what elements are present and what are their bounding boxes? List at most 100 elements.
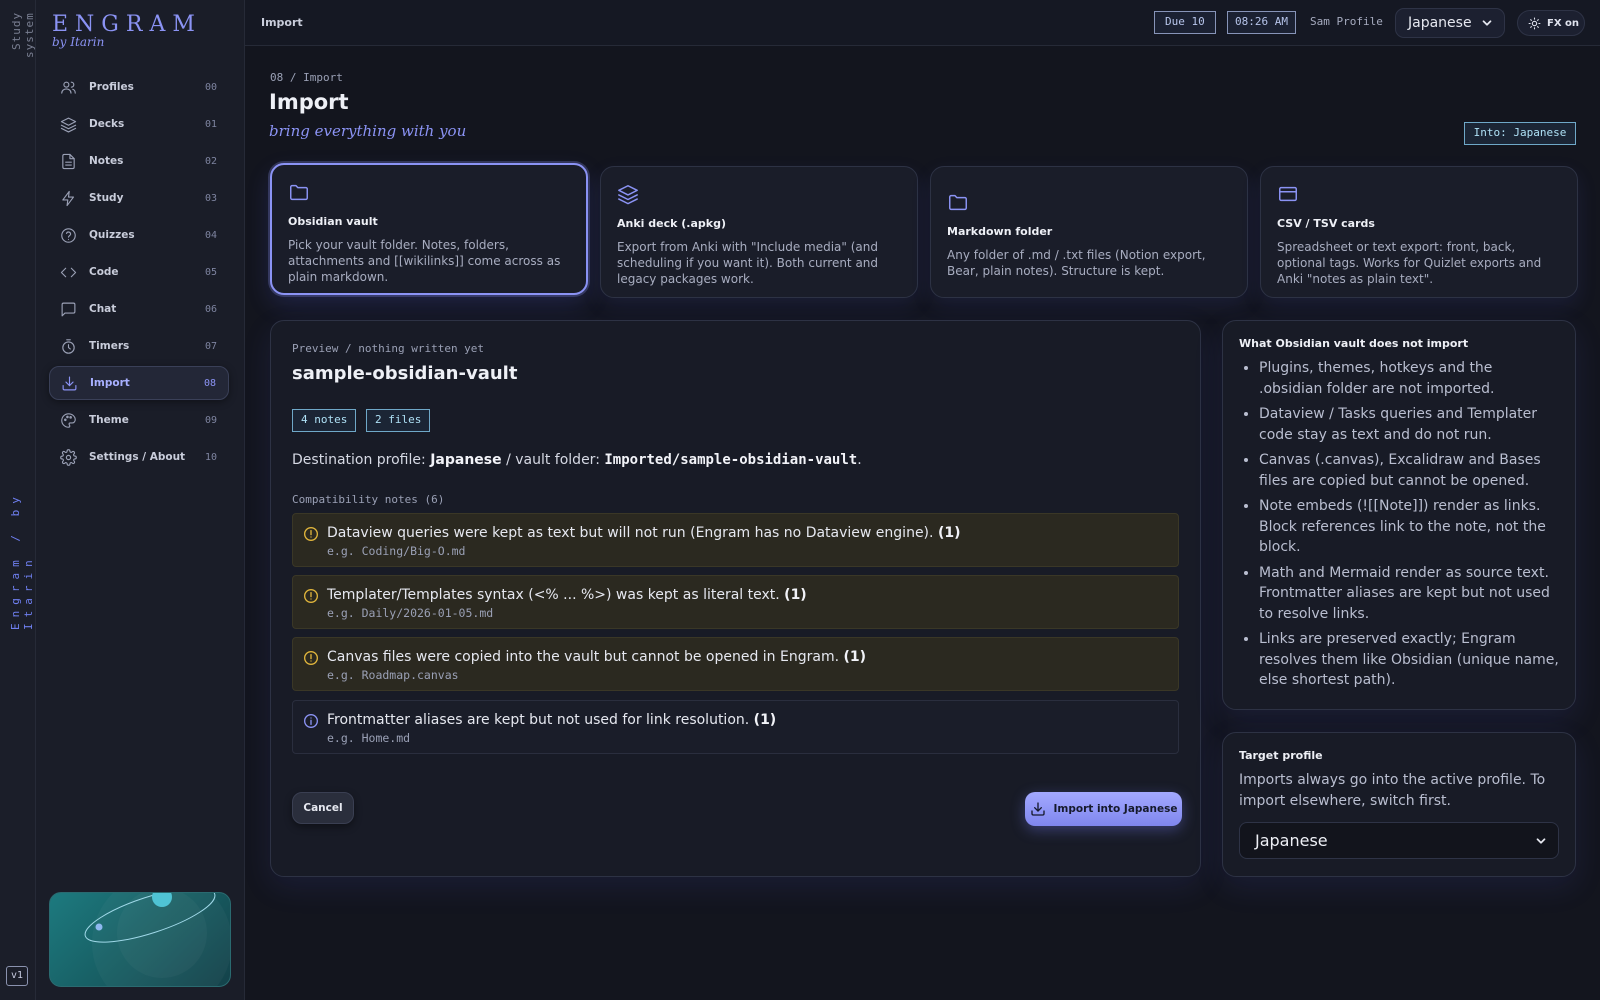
sidebar-item-timers[interactable]: Timers 07 [49, 329, 229, 363]
sidebar-item-theme[interactable]: Theme 09 [49, 403, 229, 437]
rail-brand-label: Engram / by Itarin [9, 491, 35, 630]
list-item: Math and Mermaid render as source text. … [1259, 563, 1559, 625]
sidebar-item-number: 02 [204, 155, 217, 167]
list-item: Dataview / Tasks queries and Templater c… [1259, 404, 1559, 445]
list-item: Note embeds (![[Note]]) render as links.… [1259, 496, 1559, 558]
chevron-down-icon [1536, 838, 1546, 844]
note-text: Dataview queries were kept as text but w… [327, 525, 934, 541]
sidebar-item-label: Import [90, 377, 130, 389]
sidebar-item-label: Timers [89, 340, 130, 352]
cancel-button[interactable]: Cancel [292, 792, 354, 824]
destination-mid: / vault folder: [506, 452, 600, 468]
brand-name: ENGRAM [52, 12, 202, 37]
compatibility-header: Compatibility notes (6) [292, 493, 445, 506]
version-badge[interactable]: v1 [6, 966, 28, 986]
sidebar-item-decks[interactable]: Decks 01 [49, 107, 229, 141]
sidebar-item-label: Profiles [89, 81, 134, 93]
download-icon [60, 374, 78, 392]
profile-select[interactable]: Japanese [1395, 8, 1505, 38]
import-button-label: Import into Japanese [1053, 803, 1178, 815]
source-card-description: Any folder of .md / .txt files (Notion e… [947, 248, 1206, 278]
sidebar-item-label: Quizzes [89, 229, 135, 241]
source-card-anki[interactable]: Anki deck (.apkg) Export from Anki with … [600, 166, 918, 298]
source-card-description: Export from Anki with "Include media" (a… [617, 240, 879, 286]
card-icon [1277, 183, 1561, 209]
sidebar-item-import[interactable]: Import 08 [49, 366, 229, 400]
sidebar-item-label: Study [89, 192, 124, 204]
code-icon [59, 263, 77, 281]
chat-icon [59, 300, 77, 318]
sidebar-item-number: 08 [203, 377, 216, 389]
sidebar-item-quizzes[interactable]: Quizzes 04 [49, 218, 229, 252]
profile-select-value: Japanese [1408, 15, 1472, 31]
sidebar-item-chat[interactable]: Chat 06 [49, 292, 229, 326]
timer-icon [59, 337, 77, 355]
sidebar-item-notes[interactable]: Notes 02 [49, 144, 229, 178]
due-counter[interactable]: Due 10 [1154, 11, 1216, 34]
sidebar-item-number: 04 [204, 229, 217, 241]
target-profile-select[interactable]: Japanese [1239, 822, 1559, 859]
not-imported-list: Plugins, themes, hotkeys and the .obsidi… [1239, 358, 1559, 691]
note-example: e.g. Roadmap.canvas [327, 668, 459, 682]
layers-icon [617, 183, 901, 209]
warning-icon [304, 589, 318, 603]
layers-icon [59, 115, 77, 133]
sidebar-item-study[interactable]: Study 03 [49, 181, 229, 215]
destination-profile: Japanese [430, 452, 502, 468]
brand: ENGRAM by Itarin [52, 12, 202, 49]
question-icon [59, 226, 77, 244]
sidebar-item-code[interactable]: Code 05 [49, 255, 229, 289]
gear-icon [59, 448, 77, 466]
list-item: Canvas (.canvas), Excalidraw and Bases f… [1259, 450, 1559, 491]
note-text: Frontmatter aliases are kept but not use… [327, 712, 750, 728]
user-profile-label[interactable]: Sam Profile [1310, 15, 1383, 28]
files-count-tag: 2 files [366, 409, 431, 432]
compat-note: Frontmatter aliases are kept but not use… [292, 700, 1179, 754]
source-card-description: Pick your vault folder. Notes, folders, … [288, 238, 561, 284]
source-card-title: Anki deck (.apkg) [617, 217, 726, 230]
note-example: e.g. Coding/Big-O.md [327, 544, 466, 558]
download-icon [1030, 802, 1045, 816]
compat-note: Canvas files were copied into the vault … [292, 637, 1179, 691]
page-subtitle: bring everything with you [269, 122, 467, 140]
sidebar-item-label: Code [89, 266, 119, 278]
list-item: Plugins, themes, hotkeys and the .obsidi… [1259, 358, 1559, 399]
page-title: Import [269, 90, 349, 114]
compat-note: Dataview queries were kept as text but w… [292, 513, 1179, 567]
preview-title: sample-obsidian-vault [292, 363, 518, 384]
preview-label: Preview / nothing written yet [292, 342, 485, 355]
sidebar-item-settings[interactable]: Settings / About 10 [49, 440, 229, 474]
left-rail: Study system Engram / by Itarin v1 [0, 0, 36, 1000]
destination-line: Destination profile: Japanese / vault fo… [292, 452, 862, 468]
topbar-title: Import [261, 16, 303, 29]
sidebar-item-number: 10 [204, 451, 217, 463]
compat-note: Templater/Templates syntax (<% ... %>) w… [292, 575, 1179, 629]
sidebar-item-profiles[interactable]: Profiles 00 [49, 70, 229, 104]
import-button[interactable]: Import into Japanese [1025, 792, 1182, 826]
sidebar-item-label: Settings / About [89, 451, 186, 463]
note-example: e.g. Daily/2026-01-05.md [327, 606, 494, 620]
folder-icon [947, 191, 1231, 217]
panel-title: Target profile [1239, 749, 1323, 762]
note-text: Templater/Templates syntax (<% ... %>) w… [327, 587, 780, 603]
sun-icon [1528, 17, 1541, 29]
sidebar-nav: Profiles 00 Decks 01 Notes 02 Study 03 Q… [49, 70, 229, 477]
info-icon [304, 714, 318, 728]
fx-toggle[interactable]: FX on [1517, 10, 1585, 36]
clock: 08:26 AM [1227, 11, 1296, 34]
source-card-markdown[interactable]: Markdown folder Any folder of .md / .txt… [930, 166, 1248, 298]
target-profile-select-value: Japanese [1255, 831, 1328, 850]
sidebar: ENGRAM by Itarin Profiles 00 Decks 01 No… [36, 0, 245, 1000]
warning-icon [304, 527, 318, 541]
source-card-obsidian[interactable]: Obsidian vault Pick your vault folder. N… [270, 163, 588, 295]
warning-icon [304, 651, 318, 665]
panel-title: What Obsidian vault does not import [1239, 337, 1469, 350]
list-item: Links are preserved exactly; Engram reso… [1259, 629, 1559, 691]
note-count: (1) [753, 712, 777, 728]
source-card-title: Obsidian vault [288, 215, 378, 228]
source-card-csv[interactable]: CSV / TSV cards Spreadsheet or text expo… [1260, 166, 1578, 298]
source-card-description: Spreadsheet or text export: front, back,… [1277, 240, 1542, 286]
sidebar-item-number: 07 [204, 340, 217, 352]
destination-end: . [857, 452, 862, 468]
folder-icon [288, 181, 570, 207]
